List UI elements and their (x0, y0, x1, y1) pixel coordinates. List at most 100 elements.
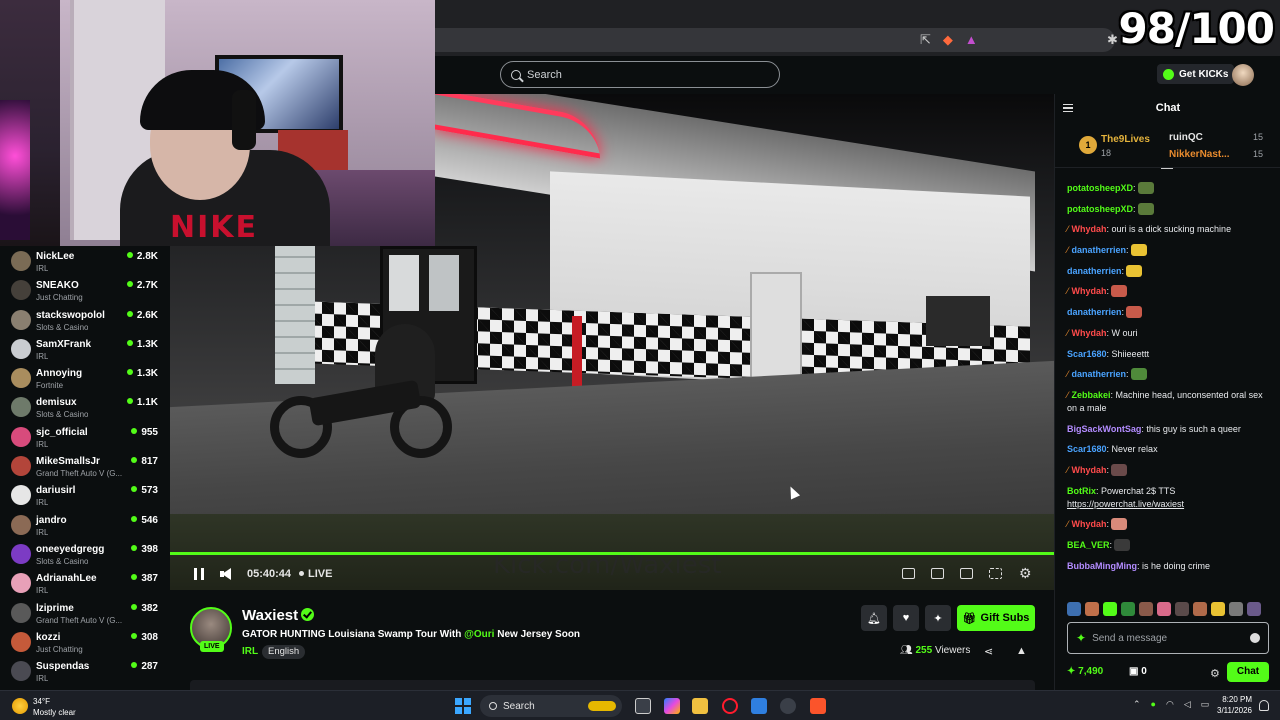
taskbar-clock[interactable]: 8:20 PM 3/11/2026 (1212, 694, 1252, 716)
volume-icon[interactable]: ◁ (1184, 699, 1191, 710)
boost-button[interactable]: ✦ (925, 605, 951, 631)
channel-item[interactable]: MikeSmallsJr Grand Theft Auto V (G... 817 (0, 451, 170, 480)
store-icon[interactable] (751, 698, 767, 714)
chat-username[interactable]: Scar1680 (1067, 444, 1107, 454)
emote-icon[interactable] (1229, 602, 1243, 616)
channel-item[interactable]: AdrianahLee IRL 387 (0, 568, 170, 597)
opera-icon[interactable] (722, 698, 738, 714)
chat-username[interactable]: danatherrien (1072, 369, 1127, 379)
copilot-icon[interactable] (664, 698, 680, 714)
microphone-icon[interactable]: ● (1151, 699, 1156, 710)
steam-icon[interactable] (780, 698, 796, 714)
chat-username[interactable]: Scar1680 (1067, 349, 1107, 359)
emoji-icon[interactable] (1250, 633, 1260, 643)
leader-second-name[interactable]: ruinQC (1169, 132, 1203, 143)
taskbar-search[interactable]: Search (480, 695, 622, 717)
wifi-icon[interactable]: ◠ (1166, 699, 1174, 710)
clip-icon[interactable] (902, 568, 915, 579)
settings-gear-icon[interactable]: ⚙ (1019, 565, 1032, 582)
emote-icon[interactable] (1175, 602, 1189, 616)
chat-username[interactable]: Whydah (1072, 465, 1107, 475)
task-view-icon[interactable] (635, 698, 651, 714)
get-kicks-button[interactable]: Get KICKs (1157, 64, 1235, 84)
follow-button[interactable]: ♥ (893, 605, 919, 631)
report-icon[interactable]: ▲ (1016, 645, 1027, 657)
chat-username[interactable]: potatosheepXD (1067, 204, 1133, 214)
share-icon[interactable]: ⋖ (984, 645, 993, 658)
channel-item[interactable]: lziprime Grand Theft Auto V (G... 382 (0, 598, 170, 627)
pip-icon[interactable] (931, 568, 944, 579)
chat-username[interactable]: Whydah (1072, 519, 1107, 529)
emote-icon[interactable] (1157, 602, 1171, 616)
chevron-up-icon[interactable]: ⌃ (1133, 699, 1141, 710)
channel-item[interactable]: sjc_official IRL 955 (0, 422, 170, 451)
theater-mode-icon[interactable] (960, 568, 973, 579)
gift-subs-button[interactable]: 🎁︎ Gift Subs (957, 605, 1035, 631)
user-avatar[interactable] (1232, 64, 1254, 86)
channel-item[interactable]: NickLee IRL 2.8K (0, 246, 170, 275)
leader-top-name[interactable]: The9Lives (1101, 134, 1150, 145)
extensions-icon[interactable]: ✱ (1107, 32, 1118, 48)
emote-icon[interactable] (1247, 602, 1261, 616)
pinned-filter-icon[interactable] (1161, 168, 1173, 176)
channel-item[interactable]: SamXFrank IRL 1.3K (0, 334, 170, 363)
chat-settings-gear-icon[interactable]: ⚙ (1210, 667, 1220, 680)
channel-item[interactable]: SNEAKO Just Chatting 2.7K (0, 275, 170, 304)
emote-icon[interactable] (1085, 602, 1099, 616)
chat-username[interactable]: Whydah (1072, 224, 1107, 234)
language-tag[interactable]: English (262, 645, 306, 659)
chat-username[interactable]: Zebbakei (1072, 390, 1111, 400)
emote-icon[interactable] (1067, 602, 1081, 616)
category-tag[interactable]: IRL (242, 646, 258, 657)
chat-username[interactable]: BubbaMingMing (1067, 561, 1137, 571)
send-chat-button[interactable]: Chat (1227, 662, 1269, 682)
chat-username[interactable]: danatherrien (1067, 266, 1122, 276)
sparkle-icon[interactable]: ✦ (1076, 631, 1086, 645)
brave-browser-icon[interactable] (810, 698, 826, 714)
channel-item[interactable]: dariusirl IRL 573 (0, 480, 170, 509)
file-explorer-icon[interactable] (692, 698, 708, 714)
chat-username[interactable]: BigSackWontSag (1067, 424, 1141, 434)
brave-shield-icon[interactable]: ◆ (943, 32, 953, 48)
emote-icon[interactable] (1121, 602, 1135, 616)
live-indicator[interactable]: LIVE (299, 568, 332, 580)
channel-points[interactable]: ✦ 7,490 (1067, 666, 1103, 677)
chat-username[interactable]: Whydah (1072, 286, 1107, 296)
channel-item[interactable]: stackswopolol Slots & Casino 2.6K (0, 305, 170, 334)
title-mention[interactable]: @Ouri (464, 629, 494, 640)
emote-icon[interactable] (1103, 602, 1117, 616)
chat-username[interactable]: danatherrien (1072, 245, 1127, 255)
chat-link[interactable]: https://powerchat.live/waxiest (1067, 499, 1184, 509)
channel-item[interactable]: kozzi Just Chatting 308 (0, 627, 170, 656)
chat-username[interactable]: BEA_VER (1067, 540, 1110, 550)
battery-icon[interactable]: ▭ (1201, 699, 1210, 710)
leader-third-name[interactable]: NikkerNast... (1169, 149, 1230, 160)
emote-icon[interactable] (1193, 602, 1207, 616)
chat-input-box[interactable]: ✦ (1067, 622, 1269, 654)
search-input[interactable] (527, 68, 767, 81)
chat-username[interactable]: potatosheepXD (1067, 183, 1133, 193)
fullscreen-icon[interactable] (989, 568, 1002, 579)
secondary-points[interactable]: ▣ 0 (1129, 666, 1147, 677)
chat-message-input[interactable] (1092, 632, 1233, 644)
channel-item[interactable]: oneeyedgregg Slots & Casino 398 (0, 539, 170, 568)
brave-rewards-icon[interactable]: ▲ (965, 32, 978, 48)
channel-item[interactable]: demisux Slots & Casino 1.1K (0, 392, 170, 421)
emote-icon[interactable] (1211, 602, 1225, 616)
address-bar[interactable] (435, 28, 1115, 52)
progress-bar[interactable] (170, 552, 1054, 555)
chat-username[interactable]: danatherrien (1067, 307, 1122, 317)
notification-bell-button[interactable]: 🔔︎ (861, 605, 887, 631)
channel-item[interactable]: jandro IRL 546 (0, 510, 170, 539)
search-bar[interactable] (500, 61, 780, 88)
windows-start-icon[interactable] (455, 698, 471, 714)
pause-icon[interactable] (194, 568, 204, 580)
notification-bell-icon[interactable] (1259, 700, 1269, 711)
chat-username[interactable]: Whydah (1072, 328, 1107, 338)
channel-item[interactable]: Suspendas IRL 287 (0, 656, 170, 685)
chat-username[interactable]: BotRix (1067, 486, 1096, 496)
emote-icon[interactable] (1139, 602, 1153, 616)
channel-item[interactable]: Annoying Fortnite 1.3K (0, 363, 170, 392)
streamer-name[interactable]: Waxiest (242, 607, 298, 624)
volume-icon[interactable] (220, 568, 231, 580)
